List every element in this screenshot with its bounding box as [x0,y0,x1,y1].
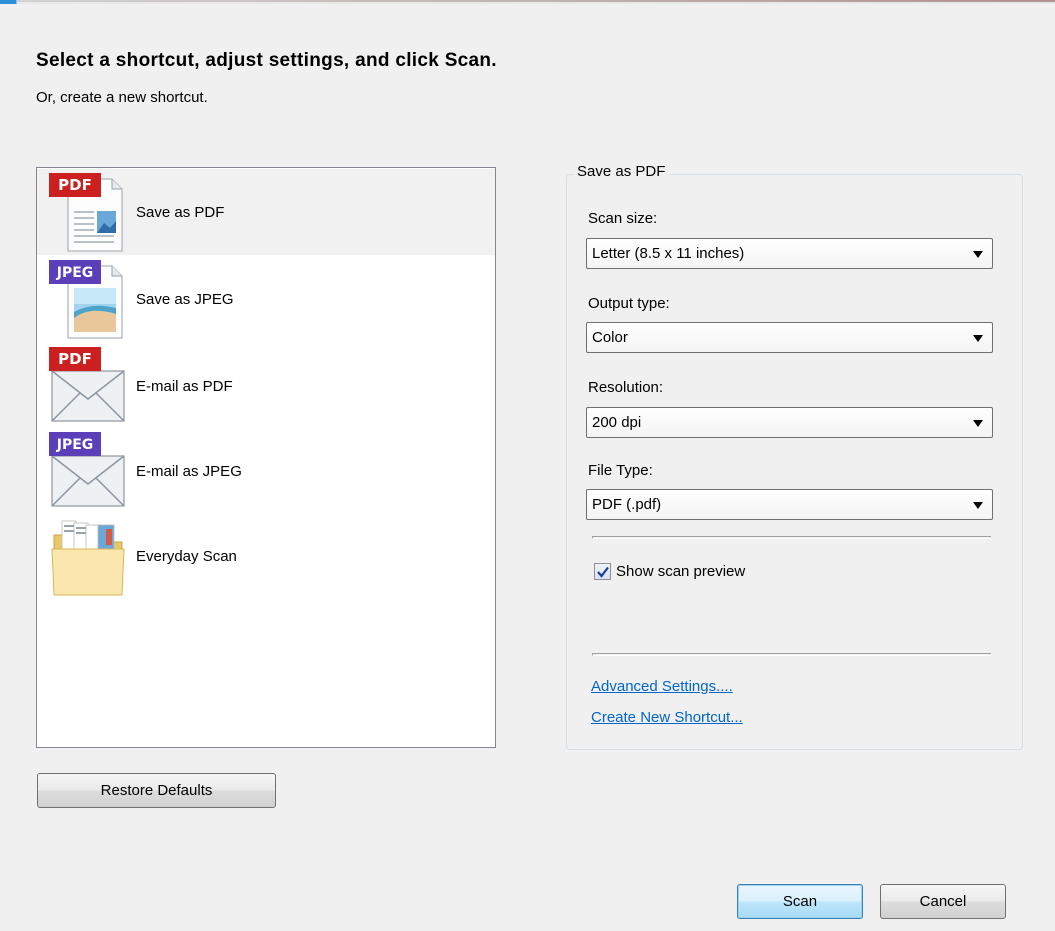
separator [592,653,991,656]
shortcut-save-as-pdf[interactable]: PDF Save as PDF [37,169,495,255]
shortcut-save-as-jpeg[interactable]: JPEG Save as JPEG [37,256,495,342]
shortcut-list[interactable]: PDF Save as PDF JPEG Save as JPEG PDF E-… [36,167,496,748]
output-type-value: Color [592,329,628,346]
jpeg-image-icon: JPEG [49,260,123,339]
dropdown-arrow-icon [973,502,983,509]
output-type-dropdown[interactable]: Color [586,322,993,353]
page-title: Select a shortcut, adjust settings, and … [36,50,497,71]
dropdown-arrow-icon [973,335,983,342]
scan-size-dropdown[interactable]: Letter (8.5 x 11 inches) [586,238,993,269]
scan-size-label: Scan size: [588,210,658,227]
resolution-label: Resolution: [588,379,664,396]
shortcut-email-as-pdf[interactable]: PDF E-mail as PDF [37,343,495,429]
pdf-document-icon: PDF [49,173,123,252]
settings-group-title: Save as PDF [574,163,671,180]
dropdown-arrow-icon [973,251,983,258]
scan-size-value: Letter (8.5 x 11 inches) [592,245,745,262]
output-type-label: Output type: [588,295,670,312]
resolution-value: 200 dpi [592,414,642,431]
pdf-email-icon: PDF [49,347,125,422]
resolution-dropdown[interactable]: 200 dpi [586,407,993,438]
file-type-dropdown[interactable]: PDF (.pdf) [586,489,993,520]
scan-button[interactable]: Scan [737,884,863,919]
shortcut-label: E-mail as JPEG [136,462,242,480]
page-subtitle: Or, create a new shortcut. [36,89,208,106]
shortcut-label: E-mail as PDF [136,377,233,395]
shortcut-email-as-jpeg[interactable]: JPEG E-mail as JPEG [37,428,495,514]
jpeg-email-icon: JPEG [49,432,125,507]
dropdown-arrow-icon [973,420,983,427]
file-type-value: PDF (.pdf) [592,496,662,513]
shortcut-everyday-scan[interactable]: Everyday Scan [37,513,495,599]
pdf-badge-text: PDF [58,176,92,194]
title-bar-edge [0,0,1055,4]
pdf-badge-text: PDF [58,350,92,368]
advanced-settings-link[interactable]: Advanced Settings.... [591,678,733,695]
shortcut-label: Save as PDF [136,203,225,221]
shortcut-label: Everyday Scan [136,547,237,565]
separator [592,536,991,539]
shortcut-label: Save as JPEG [136,290,234,308]
folder-icon [51,520,125,596]
create-new-shortcut-link[interactable]: Create New Shortcut... [591,709,743,726]
checkmark-icon [597,566,609,578]
show-scan-preview-label: Show scan preview [616,563,746,580]
show-scan-preview-checkbox[interactable]: Show scan preview [594,563,745,580]
cancel-button[interactable]: Cancel [880,884,1006,919]
restore-defaults-button[interactable]: Restore Defaults [37,773,276,808]
scan-dialog: Select a shortcut, adjust settings, and … [0,0,1055,931]
jpeg-badge-text: JPEG [56,265,94,281]
jpeg-badge-text: JPEG [56,437,94,453]
checkbox-box[interactable] [594,563,611,580]
file-type-label: File Type: [588,462,653,479]
